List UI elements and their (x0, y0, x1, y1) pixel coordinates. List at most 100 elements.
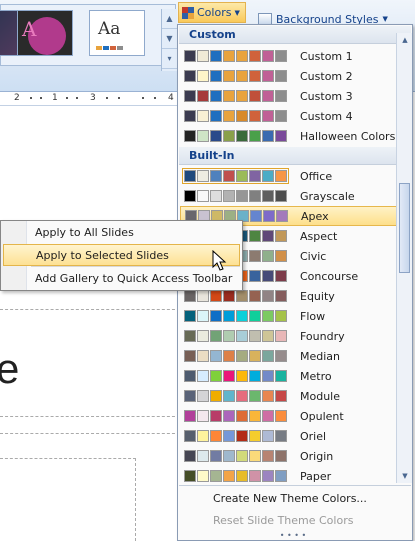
color-swatch-strip (184, 190, 287, 202)
theme-color-name: Custom 2 (300, 69, 353, 83)
apply-to-selected-slides-item[interactable]: Apply to Selected Slides (3, 244, 240, 266)
color-swatch (236, 110, 248, 122)
color-swatch (275, 170, 287, 182)
color-swatch-strip (184, 50, 287, 62)
color-swatch (223, 410, 235, 422)
gallery-scroll-down-icon[interactable]: ▼ (162, 29, 177, 49)
color-swatch (275, 350, 287, 362)
color-swatch (262, 370, 274, 382)
scroll-up-icon[interactable]: ▲ (397, 33, 413, 47)
scrollbar-thumb[interactable] (399, 183, 410, 273)
placeholder-border (0, 458, 136, 459)
theme-color-item[interactable]: Foundry (180, 326, 398, 346)
color-swatch (249, 230, 261, 242)
theme-color-name: Module (300, 389, 340, 403)
dropdown-scrollbar[interactable]: ▲ ▼ (396, 33, 412, 483)
gallery-scrollbar[interactable]: ▲ ▼ ▾ (161, 9, 177, 71)
theme-color-name: Grayscale (300, 189, 355, 203)
theme-color-item[interactable]: Flow (180, 306, 398, 326)
mouse-pointer-icon (212, 250, 227, 271)
color-swatch (275, 70, 287, 82)
color-swatch (262, 450, 274, 462)
create-new-theme-colors-item[interactable]: Create New Theme Colors... (179, 488, 411, 510)
color-swatch (197, 90, 209, 102)
color-swatch (262, 270, 274, 282)
color-swatch (249, 310, 261, 322)
theme-thumbnail[interactable]: Aa (89, 10, 145, 56)
color-swatch (262, 250, 274, 262)
theme-color-item[interactable]: Median (180, 346, 398, 366)
gallery-more-icon[interactable]: ▾ (162, 49, 177, 69)
theme-color-item[interactable]: Custom 1 (180, 46, 398, 66)
theme-color-name: Paper (300, 469, 332, 483)
theme-color-item[interactable]: Grayscale (180, 186, 398, 206)
color-swatch (210, 350, 222, 362)
colors-button[interactable]: Colors ▼ (178, 2, 246, 23)
color-swatch (262, 410, 274, 422)
theme-gallery: A Aa ▲ ▼ ▾ (0, 4, 177, 71)
colors-swatch-icon (182, 6, 194, 19)
gallery-scroll-up-icon[interactable]: ▲ (162, 9, 177, 29)
color-swatch (275, 50, 287, 62)
color-swatch (184, 330, 196, 342)
color-swatch (184, 90, 196, 102)
theme-color-name: Origin (300, 449, 334, 463)
theme-color-item[interactable]: Paper (180, 466, 398, 486)
resize-grip-icon[interactable]: • • • • (278, 532, 308, 540)
add-gallery-to-qat-item[interactable]: Add Gallery to Quick Access Toolbar (3, 268, 240, 290)
theme-color-item[interactable]: Module (180, 386, 398, 406)
color-swatch (184, 170, 196, 182)
color-swatch (223, 130, 235, 142)
color-swatch (223, 370, 235, 382)
color-swatch (223, 90, 235, 102)
color-swatch (197, 430, 209, 442)
color-swatch (210, 90, 222, 102)
color-swatch (184, 310, 196, 322)
apply-to-all-slides-item[interactable]: Apply to All Slides (3, 222, 240, 244)
theme-color-name: Equity (300, 289, 335, 303)
color-swatch (275, 190, 287, 202)
color-swatch (197, 50, 209, 62)
theme-color-item[interactable]: Origin (180, 446, 398, 466)
theme-color-item[interactable]: Opulent (180, 406, 398, 426)
theme-color-item[interactable]: Metro (180, 366, 398, 386)
color-swatch-strip (184, 90, 287, 102)
color-swatch (275, 250, 287, 262)
color-swatch (249, 450, 261, 462)
color-swatch-strip (184, 370, 287, 382)
theme-color-name: Custom 4 (300, 109, 353, 123)
theme-color-name: Civic (300, 249, 327, 263)
color-swatch (210, 170, 222, 182)
color-swatch (249, 350, 261, 362)
theme-thumbnail[interactable]: A (17, 10, 73, 56)
theme-color-item[interactable]: Custom 3 (180, 86, 398, 106)
theme-color-item[interactable]: Custom 2 (180, 66, 398, 86)
scroll-down-icon[interactable]: ▼ (397, 469, 413, 483)
color-swatch (263, 210, 275, 222)
theme-color-item[interactable]: Custom 4 (180, 106, 398, 126)
color-swatch (262, 90, 274, 102)
color-swatch (236, 430, 248, 442)
color-swatch (223, 450, 235, 462)
color-swatch (275, 110, 287, 122)
color-swatch (223, 390, 235, 402)
color-swatch (197, 130, 209, 142)
color-swatch-strip (184, 310, 287, 322)
color-swatch (197, 370, 209, 382)
theme-color-name: Metro (300, 369, 332, 383)
color-swatch (236, 390, 248, 402)
color-swatch (249, 70, 261, 82)
color-swatch (223, 430, 235, 442)
theme-color-item[interactable]: Oriel (180, 426, 398, 446)
color-swatch (197, 350, 209, 362)
theme-color-item[interactable]: Office (180, 166, 398, 186)
ruler-mark: 3 (90, 93, 96, 103)
color-swatch-strip (182, 168, 289, 184)
color-swatch (275, 90, 287, 102)
color-swatch (262, 230, 274, 242)
color-swatch (210, 130, 222, 142)
theme-color-item[interactable]: Halloween Colors (180, 126, 398, 146)
builtin-section-header: Built-In (179, 147, 411, 165)
color-swatch (275, 430, 287, 442)
color-swatch (223, 170, 235, 182)
